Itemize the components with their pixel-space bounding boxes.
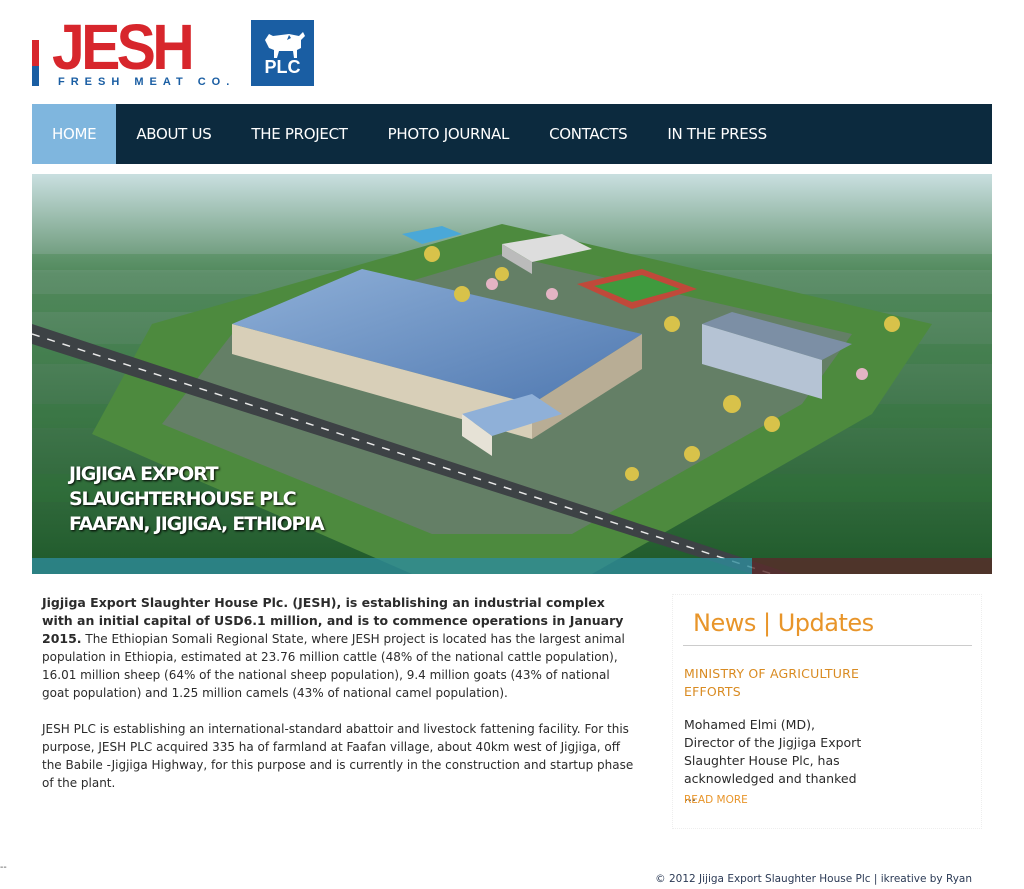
news-headline[interactable]: MINISTRY OF AGRICULTURE EFFORTS <box>684 665 884 701</box>
nav-item-the-project[interactable]: THE PROJECT <box>231 104 367 164</box>
logo-accent-bar <box>32 30 39 86</box>
footer-copyright: © 2012 Jijiga Export Slaughter House Plc… <box>655 873 972 885</box>
intro-paragraph: Jigjiga Export Slaughter House Plc. (JES… <box>42 594 636 702</box>
hero-banner: JIGJIGA EXPORT SLAUGHTERHOUSE PLC FAAFAN… <box>32 174 992 574</box>
hero-caption: JIGJIGA EXPORT SLAUGHTERHOUSE PLC FAAFAN… <box>69 462 325 537</box>
hero-caption-line: FAAFAN, JIGJIGA, ETHIOPIA <box>69 513 325 535</box>
news-excerpt: Mohamed Elmi (MD), Director of the Jigji… <box>684 717 862 804</box>
hero-caption-line: JIGJIGA EXPORT <box>69 463 219 485</box>
news-title: News | Updates <box>693 609 874 637</box>
intro-paragraph-body: The Ethiopian Somali Regional State, whe… <box>42 632 625 700</box>
intro-text: Jigjiga Export Slaughter House Plc. (JES… <box>42 594 636 810</box>
logo-tagline: FRESH MEAT CO. <box>58 76 236 88</box>
stray-dash: -- <box>0 862 7 873</box>
logo-plc-text: PLC <box>264 57 301 77</box>
main-nav: HOME ABOUT US THE PROJECT PHOTO JOURNAL … <box>32 104 992 164</box>
nav-item-in-the-press[interactable]: IN THE PRESS <box>647 104 787 164</box>
hero-caption-line: SLAUGHTERHOUSE PLC <box>69 488 297 510</box>
read-more-link[interactable]: READ MORE <box>684 794 748 806</box>
logo-wordmark: JESH <box>52 11 195 83</box>
nav-item-about-us[interactable]: ABOUT US <box>116 104 231 164</box>
nav-item-photo-journal[interactable]: PHOTO JOURNAL <box>368 104 529 164</box>
nav-item-home[interactable]: HOME <box>32 104 117 164</box>
news-divider <box>683 645 972 646</box>
logo-plc-badge: PLC <box>251 20 314 86</box>
site-logo[interactable]: JESH FRESH MEAT CO. PLC <box>32 12 314 88</box>
nav-item-contacts[interactable]: CONTACTS <box>529 104 647 164</box>
news-panel: News | Updates MINISTRY OF AGRICULTURE E… <box>672 594 982 829</box>
project-paragraph: JESH PLC is establishing an internationa… <box>42 722 634 790</box>
